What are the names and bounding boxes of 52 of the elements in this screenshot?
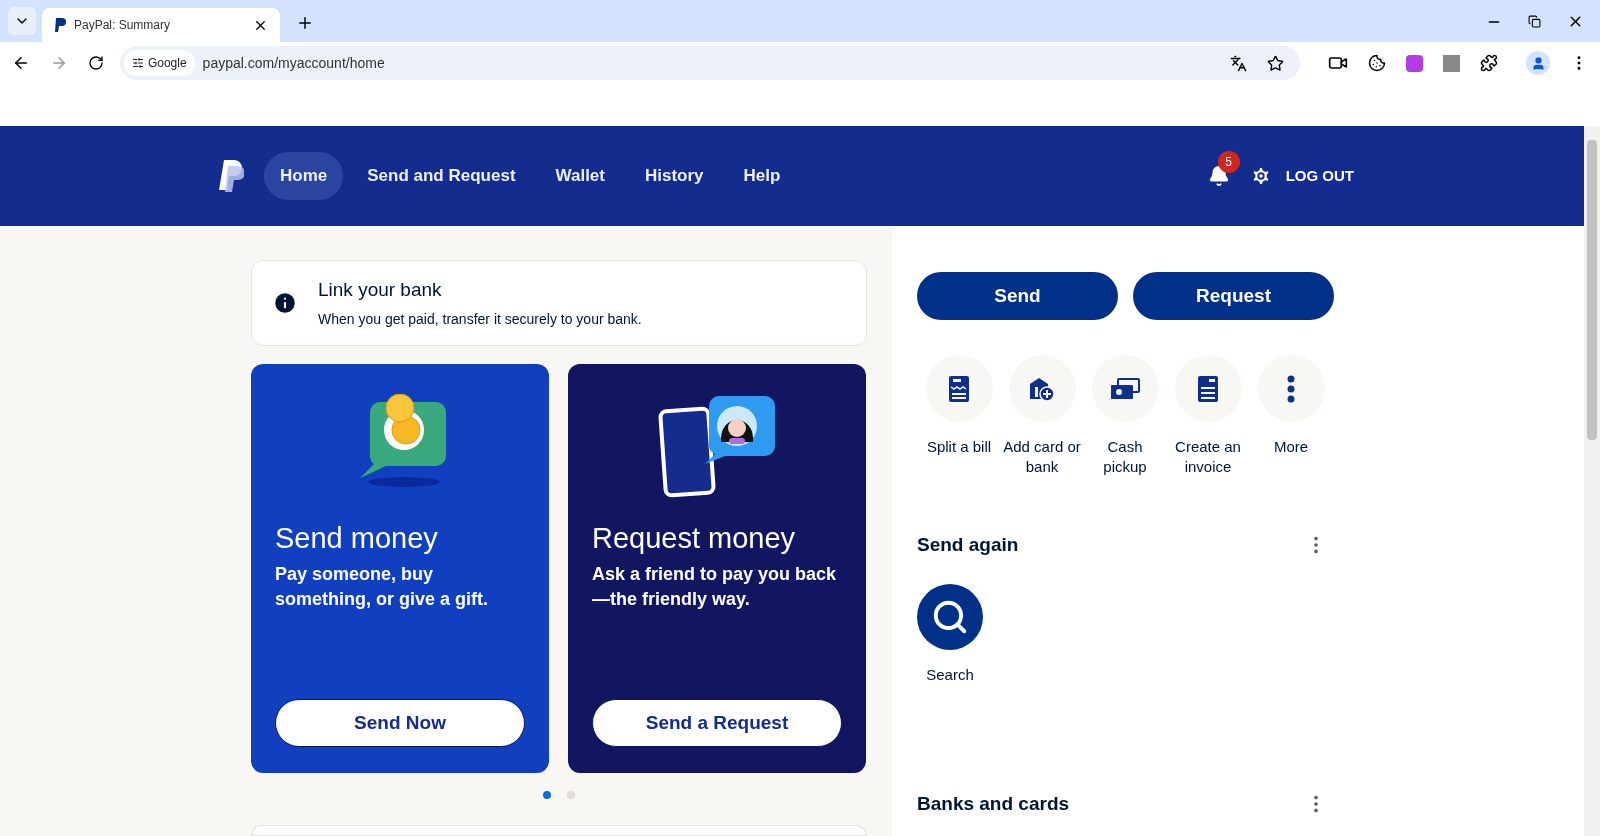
nav-link[interactable]: Wallet — [539, 152, 621, 200]
back-icon[interactable] — [12, 54, 30, 72]
scrollbar[interactable] — [1584, 126, 1600, 836]
extension-icon[interactable] — [1443, 54, 1461, 72]
card-title: Send money — [275, 521, 439, 556]
browser-tab[interactable]: PayPal: Summary — [42, 8, 280, 42]
banner-text: When you get paid, transfer it securely to your bank. — [318, 309, 642, 329]
sliders-icon — [131, 57, 144, 69]
section-title: Send again — [917, 533, 1019, 557]
card-description: Ask a friend to pay you back —the friendly way. — [592, 563, 838, 612]
more-icon — [1287, 374, 1295, 403]
receipt-icon — [948, 374, 970, 403]
site-info-chip[interactable]: Google — [123, 50, 195, 76]
primary-action-button[interactable]: Request — [1133, 272, 1334, 320]
profile-avatar[interactable] — [1526, 51, 1550, 75]
card-title: Request money — [592, 521, 797, 556]
logout-link[interactable]: LOG OUT — [1285, 164, 1354, 188]
primary-action-button[interactable]: Send — [917, 272, 1118, 320]
quick-action-button[interactable]: Create an invoice — [1168, 355, 1248, 477]
banner-title: Link your bank — [318, 278, 443, 303]
paypal-logo-icon — [54, 18, 66, 32]
info-icon — [272, 290, 298, 316]
translate-icon[interactable] — [1230, 54, 1248, 72]
url-text: paypal.com/myaccount/home — [202, 53, 386, 73]
cash-icon — [1110, 377, 1140, 400]
quick-action-button[interactable]: More — [1251, 355, 1331, 477]
quick-action-button[interactable]: Add card or bank — [1002, 355, 1082, 477]
extension-icon[interactable] — [1406, 54, 1424, 72]
restore-icon[interactable] — [1528, 15, 1541, 28]
notification-count-badge: 5 — [1217, 151, 1240, 173]
paypal-logo-icon[interactable] — [218, 160, 244, 192]
new-tab-icon[interactable] — [296, 14, 314, 32]
tab-title: PayPal: Summary — [74, 17, 172, 34]
section-title: Banks and cards — [917, 792, 1070, 816]
nav-link[interactable]: Send and Request — [351, 152, 532, 200]
quick-action-button[interactable]: Split a bill — [919, 355, 999, 477]
address-bar[interactable]: Google paypal.com/myaccount/home — [119, 46, 1301, 80]
cookie-icon[interactable] — [1368, 54, 1387, 72]
reload-icon[interactable] — [87, 55, 104, 71]
card-description: Pay someone, buy something, or give a gift. — [275, 563, 490, 612]
tab-list-button[interactable] — [8, 7, 36, 35]
card-action-button[interactable]: Send Now — [275, 699, 525, 747]
nav-link[interactable]: Home — [264, 152, 344, 200]
nav-link[interactable]: Help — [727, 152, 797, 200]
notification-bell-icon[interactable] — [1207, 165, 1230, 187]
invoice-icon — [1197, 374, 1219, 403]
extensions-icon[interactable] — [1480, 54, 1498, 72]
bookmark-star-icon[interactable] — [1267, 54, 1285, 72]
card-action-button[interactable]: Send a Request — [592, 699, 842, 747]
quick-action-button[interactable]: Cash pickup — [1085, 355, 1165, 477]
nav-link[interactable]: History — [629, 152, 720, 200]
link-bank-banner[interactable]: Link your bank When you get paid, transfer it securely to your bank. — [251, 260, 867, 346]
